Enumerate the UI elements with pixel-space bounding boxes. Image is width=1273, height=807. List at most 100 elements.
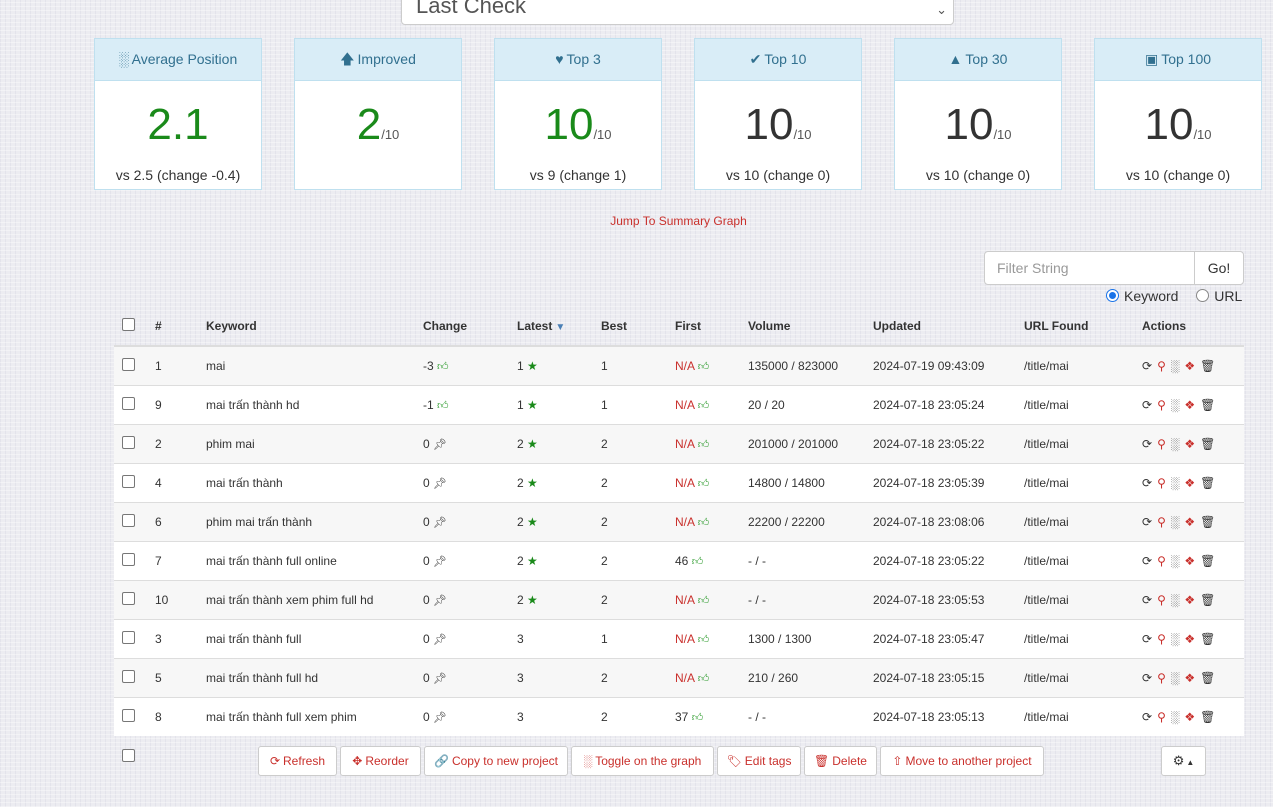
row-keyword[interactable]: mai trấn thành full xem phim [206, 697, 423, 736]
row-url[interactable]: /title/mai [1024, 580, 1142, 620]
refresh-icon[interactable]: ⟳ [1142, 710, 1152, 724]
trash-icon[interactable]: 🗑︎ [1200, 437, 1215, 451]
trash-icon[interactable]: 🗑︎ [1200, 710, 1215, 724]
bar-chart-icon[interactable]: ░ [1171, 710, 1180, 724]
move-to-another-project-button[interactable]: ⇧ Move to another project [880, 746, 1044, 776]
bar-chart-icon[interactable]: ░ [1171, 554, 1180, 568]
refresh-icon[interactable]: ⟳ [1142, 398, 1152, 412]
row-keyword[interactable]: mai trấn thành xem phim full hd [206, 580, 423, 620]
row-checkbox[interactable] [122, 670, 135, 683]
col-keyword[interactable]: Keyword [206, 307, 423, 347]
search-icon[interactable]: ⚲ [1157, 476, 1166, 490]
row-url[interactable]: /title/mai [1024, 541, 1142, 581]
row-checkbox[interactable] [122, 631, 135, 644]
tags-icon[interactable]: ❖ [1184, 515, 1195, 529]
jump-to-summary-graph-link[interactable]: Jump To Summary Graph [0, 214, 1273, 228]
refresh-icon[interactable]: ⟳ [1142, 476, 1152, 490]
bar-chart-icon[interactable]: ░ [1171, 398, 1180, 412]
refresh-button[interactable]: ⟳ Refresh [258, 746, 337, 776]
keyword-radio[interactable] [1106, 289, 1119, 302]
bar-chart-icon[interactable]: ░ [1171, 593, 1180, 607]
row-keyword[interactable]: mai trấn thành full hd [206, 658, 423, 698]
toggle-graph-button[interactable]: ░ Toggle on the graph [571, 746, 714, 776]
row-checkbox[interactable] [122, 475, 135, 488]
search-icon[interactable]: ⚲ [1157, 398, 1166, 412]
search-icon[interactable]: ⚲ [1157, 710, 1166, 724]
refresh-icon[interactable]: ⟳ [1142, 593, 1152, 607]
trash-icon[interactable]: 🗑︎ [1200, 476, 1215, 490]
trash-icon[interactable]: 🗑︎ [1200, 398, 1215, 412]
row-url[interactable]: /title/mai [1024, 424, 1142, 464]
settings-dropdown-button[interactable]: ⚙ ▲ [1161, 746, 1206, 776]
trash-icon[interactable]: 🗑︎ [1200, 632, 1215, 646]
tags-icon[interactable]: ❖ [1184, 632, 1195, 646]
go-button[interactable]: Go! [1194, 252, 1243, 284]
reorder-button[interactable]: ✥ Reorder [340, 746, 421, 776]
tags-icon[interactable]: ❖ [1184, 593, 1195, 607]
refresh-icon[interactable]: ⟳ [1142, 671, 1152, 685]
bar-chart-icon[interactable]: ░ [1171, 671, 1180, 685]
row-keyword[interactable]: mai trấn thành full [206, 619, 423, 659]
period-select[interactable]: Last Check ⌄ [401, 0, 954, 25]
tags-icon[interactable]: ❖ [1184, 476, 1195, 490]
tags-icon[interactable]: ❖ [1184, 398, 1195, 412]
select-all-checkbox[interactable] [122, 318, 135, 331]
search-icon[interactable]: ⚲ [1157, 437, 1166, 451]
col-change[interactable]: Change [423, 307, 517, 347]
row-checkbox[interactable] [122, 709, 135, 722]
refresh-icon[interactable]: ⟳ [1142, 554, 1152, 568]
col-first[interactable]: First [675, 307, 748, 347]
refresh-icon[interactable]: ⟳ [1142, 437, 1152, 451]
row-keyword[interactable]: mai trấn thành full online [206, 541, 423, 581]
tags-icon[interactable]: ❖ [1184, 710, 1195, 724]
trash-icon[interactable]: 🗑︎ [1200, 593, 1215, 607]
row-url[interactable]: /title/mai [1024, 385, 1142, 425]
trash-icon[interactable]: 🗑︎ [1200, 554, 1215, 568]
tags-icon[interactable]: ❖ [1184, 437, 1195, 451]
edit-tags-button[interactable]: 🏷 Edit tags [717, 746, 801, 776]
tags-icon[interactable]: ❖ [1184, 671, 1195, 685]
search-icon[interactable]: ⚲ [1157, 671, 1166, 685]
row-url[interactable]: /title/mai [1024, 697, 1142, 736]
row-keyword[interactable]: phim mai [206, 424, 423, 464]
col-url-found[interactable]: URL Found [1024, 307, 1142, 347]
row-checkbox[interactable] [122, 553, 135, 566]
delete-button[interactable]: 🗑 Delete [804, 746, 877, 776]
row-url[interactable]: /title/mai [1024, 502, 1142, 542]
row-keyword[interactable]: phim mai trấn thành [206, 502, 423, 542]
row-keyword[interactable]: mai trấn thành [206, 463, 423, 503]
col-updated[interactable]: Updated [873, 307, 1024, 347]
row-url[interactable]: /title/mai [1024, 658, 1142, 698]
bar-chart-icon[interactable]: ░ [1171, 632, 1180, 646]
bar-chart-icon[interactable]: ░ [1171, 437, 1180, 451]
bar-chart-icon[interactable]: ░ [1171, 476, 1180, 490]
search-icon[interactable]: ⚲ [1157, 632, 1166, 646]
refresh-icon[interactable]: ⟳ [1142, 359, 1152, 373]
search-icon[interactable]: ⚲ [1157, 515, 1166, 529]
search-icon[interactable]: ⚲ [1157, 554, 1166, 568]
search-icon[interactable]: ⚲ [1157, 359, 1166, 373]
tags-icon[interactable]: ❖ [1184, 359, 1195, 373]
url-radio[interactable] [1196, 289, 1210, 302]
copy-to-new-project-button[interactable]: 🔗 Copy to new project [424, 746, 568, 776]
row-checkbox[interactable] [122, 514, 135, 527]
tags-icon[interactable]: ❖ [1184, 554, 1195, 568]
search-icon[interactable]: ⚲ [1157, 593, 1166, 607]
row-url[interactable]: /title/mai [1024, 463, 1142, 503]
bar-chart-icon[interactable]: ░ [1171, 359, 1180, 373]
row-checkbox[interactable] [122, 436, 135, 449]
refresh-icon[interactable]: ⟳ [1142, 515, 1152, 529]
row-checkbox[interactable] [122, 358, 135, 371]
col-volume[interactable]: Volume [748, 307, 873, 347]
col-best[interactable]: Best [601, 307, 675, 347]
bar-chart-icon[interactable]: ░ [1171, 515, 1180, 529]
col-latest[interactable]: Latest ▼ [517, 307, 601, 347]
row-url[interactable]: /title/mai [1024, 619, 1142, 659]
row-keyword[interactable]: mai trấn thành hd [206, 385, 423, 425]
filter-input[interactable]: Filter String [997, 260, 1069, 276]
row-checkbox[interactable] [122, 397, 135, 410]
select-all-bottom-checkbox[interactable] [122, 749, 135, 762]
row-url[interactable]: /title/mai [1024, 345, 1142, 386]
trash-icon[interactable]: 🗑︎ [1200, 359, 1215, 373]
col-num[interactable]: # [155, 307, 206, 347]
